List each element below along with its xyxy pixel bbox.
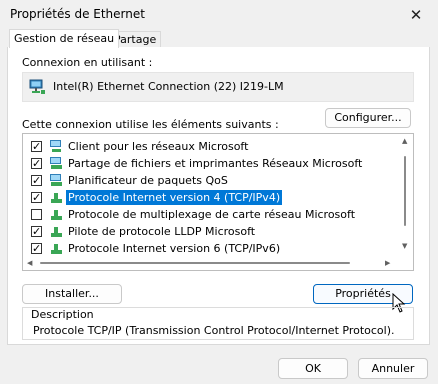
checkbox-file-sharing[interactable]: ✓ bbox=[31, 158, 42, 169]
ok-button-label: OK bbox=[305, 362, 321, 375]
cancel-button-label: Annuler bbox=[371, 362, 415, 375]
list-item[interactable]: ✓ Client pour les réseaux Microsoft bbox=[23, 138, 395, 155]
list-item-label: Pilote de protocole LLDP Microsoft bbox=[68, 225, 256, 238]
install-button[interactable]: Installer... bbox=[22, 284, 122, 304]
list-item[interactable]: ✓ Planificateur de paquets QoS bbox=[23, 172, 395, 189]
install-button-label: Installer... bbox=[45, 287, 99, 300]
components-label: Cette connexion utilise les éléments sui… bbox=[22, 118, 279, 131]
ok-button[interactable]: OK bbox=[278, 358, 348, 379]
scroll-left-icon[interactable]: ◀ bbox=[27, 259, 32, 267]
tab-gestion-reseau[interactable]: Gestion de réseau bbox=[9, 29, 120, 48]
configure-button[interactable]: Configurer... bbox=[325, 108, 411, 128]
properties-button-label: Propriétés bbox=[335, 287, 391, 300]
checkbox-ipv4[interactable]: ✓ bbox=[31, 192, 42, 203]
description-text: Protocole TCP/IP (Transmission Control P… bbox=[33, 324, 395, 337]
network-client-icon bbox=[50, 140, 61, 152]
scroll-right-icon[interactable]: ▶ bbox=[385, 259, 390, 267]
vertical-scroll-thumb[interactable] bbox=[404, 156, 406, 226]
checkbox-qos[interactable]: ✓ bbox=[31, 175, 42, 186]
scroll-up-icon[interactable]: ▲ bbox=[402, 137, 407, 145]
horizontal-scroll-thumb[interactable] bbox=[40, 262, 350, 264]
protocol-icon bbox=[51, 193, 62, 203]
list-item[interactable]: Protocole de multiplexage de carte résea… bbox=[23, 206, 395, 223]
list-item[interactable]: ✓ Pilote de protocole LLDP Microsoft bbox=[23, 223, 395, 240]
list-item-label: Protocole Internet version 4 (TCP/IPv4) bbox=[64, 189, 284, 206]
list-item[interactable]: ✓ Partage de fichiers et imprimantes Rés… bbox=[23, 155, 395, 172]
vertical-scrollbar[interactable]: ▲ ▼ bbox=[399, 134, 413, 254]
checkbox-ipv6[interactable]: ✓ bbox=[31, 243, 42, 254]
close-button[interactable]: ✕ bbox=[404, 4, 428, 28]
list-item[interactable]: ✓ Protocole Internet version 6 (TCP/IPv6… bbox=[23, 240, 395, 257]
list-item-label: Client pour les réseaux Microsoft bbox=[68, 140, 249, 153]
window-title: Propriétés de Ethernet bbox=[10, 7, 145, 21]
horizontal-scrollbar[interactable]: ◀ ▶ bbox=[23, 256, 399, 270]
list-item[interactable]: ✓ Protocole Internet version 4 (TCP/IPv4… bbox=[23, 189, 395, 206]
description-legend: Description bbox=[29, 308, 96, 321]
cancel-button[interactable]: Annuler bbox=[358, 358, 428, 379]
checkbox-multiplexing[interactable] bbox=[31, 209, 42, 220]
network-service-icon bbox=[50, 174, 62, 186]
components-list[interactable]: ✓ Client pour les réseaux Microsoft ✓ Pa… bbox=[22, 133, 414, 271]
checkbox-lldp[interactable]: ✓ bbox=[31, 226, 42, 237]
connection-label: Connexion en utilisant : bbox=[22, 56, 153, 69]
protocol-icon bbox=[51, 244, 62, 254]
list-item-label: Protocole de multiplexage de carte résea… bbox=[68, 208, 356, 221]
checkbox-client[interactable]: ✓ bbox=[31, 141, 42, 152]
configure-button-label: Configurer... bbox=[334, 111, 402, 124]
network-service-icon bbox=[50, 157, 62, 169]
list-item-label: Partage de fichiers et imprimantes Résea… bbox=[68, 157, 363, 170]
list-item-label: Planificateur de paquets QoS bbox=[68, 174, 228, 187]
protocol-icon bbox=[51, 210, 62, 220]
list-item-label: Protocole Internet version 6 (TCP/IPv6) bbox=[68, 242, 281, 255]
scroll-down-icon[interactable]: ▼ bbox=[402, 242, 407, 250]
network-adapter-icon bbox=[29, 79, 45, 94]
adapter-name: Intel(R) Ethernet Connection (22) I219-L… bbox=[53, 80, 284, 93]
protocol-icon bbox=[51, 227, 62, 237]
